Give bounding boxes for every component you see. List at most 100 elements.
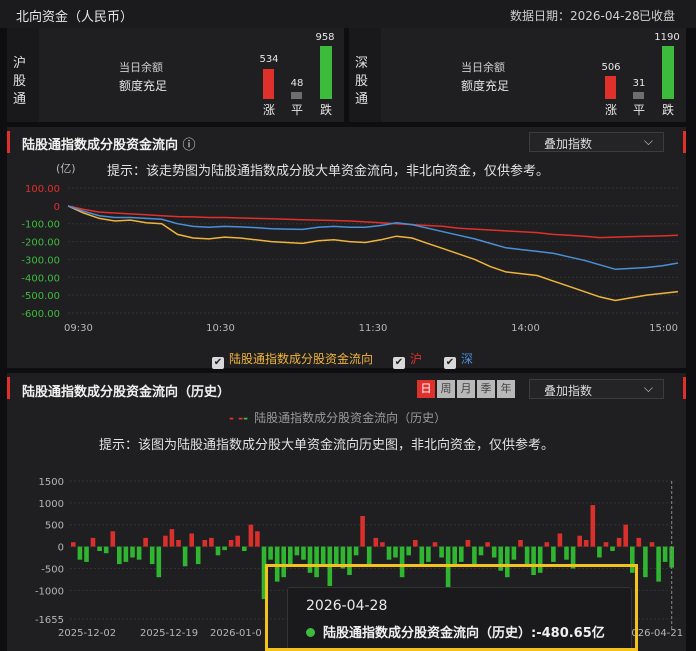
history-bar [169, 529, 175, 547]
sz-connect-panel: 深 股 通 当日余额 额度充足 506 涨 31 平 1190 跌 [349, 28, 686, 122]
sz-connect-label: 深 股 通 [349, 28, 379, 122]
history-bar [195, 546, 201, 565]
history-bar [373, 537, 379, 547]
history-bar [84, 546, 89, 562]
y-tick-label: -1655 [35, 615, 64, 626]
history-bar [123, 546, 129, 562]
balance-label: 当日余额 [461, 61, 505, 74]
history-bar [156, 546, 162, 578]
history-bar [465, 540, 471, 547]
history-bar [176, 540, 181, 547]
y-tick-label: -300.00 [21, 255, 60, 266]
page-title: 北向资金（人民币） [16, 10, 134, 25]
market-name-char: 深 [355, 56, 369, 71]
y-tick-label: 0 [58, 543, 64, 554]
history-bar [136, 546, 142, 560]
history-bar [288, 546, 293, 565]
history-bar [202, 540, 208, 547]
history-bar [380, 542, 385, 547]
history-bar [590, 505, 596, 547]
down-label: 跌 [319, 103, 332, 117]
y-tick-label: -100.00 [21, 220, 60, 231]
history-bar [485, 542, 490, 547]
highlight-box [265, 564, 638, 651]
y-tick-label: 0 [54, 202, 60, 213]
history-bar [557, 533, 563, 547]
checkbox-checked-icon: ✔ [393, 357, 405, 369]
history-bar [294, 546, 300, 556]
legend-sz[interactable]: ✔ 深 [444, 350, 473, 369]
sh-connect-label: 沪 股 通 [7, 28, 37, 122]
y-tick-label: -500 [41, 564, 64, 575]
history-bar [426, 546, 431, 562]
history-bar [491, 546, 497, 558]
balance-label: 当日余额 [119, 61, 163, 74]
history-bar [524, 546, 530, 565]
market-name-char: 股 [13, 74, 27, 89]
history-bar [636, 537, 642, 547]
history-bar [518, 540, 523, 547]
history-bar [77, 546, 83, 560]
history-bar [110, 531, 116, 547]
history-bar [149, 546, 155, 565]
x-tick-label: 10:30 [206, 323, 235, 334]
history-bar [215, 546, 221, 556]
flat-bar [291, 92, 302, 99]
up-count: 534 [259, 54, 279, 65]
y-tick-label: 100.00 [25, 184, 60, 195]
history-bar [242, 546, 247, 551]
x-tick-label: 15:00 [649, 323, 678, 334]
x-tick-label: 2025-12-02 [58, 628, 116, 639]
history-bar [577, 535, 582, 547]
top-bar: 北向资金（人民币） 数据日期：2026-04-28 已收盘 [0, 0, 696, 28]
history-bar [432, 542, 438, 547]
history-bar [662, 546, 668, 562]
history-bar [472, 546, 477, 565]
history-bar [439, 546, 444, 558]
history-bar [511, 546, 517, 560]
sz-connect-body: 当日余额 额度充足 506 涨 31 平 1190 跌 [381, 28, 686, 122]
market-name-char: 沪 [13, 56, 27, 71]
history-bar [419, 546, 425, 565]
history-bar [228, 540, 234, 547]
history-bar [459, 546, 464, 562]
series-line [67, 205, 679, 239]
history-bar [406, 546, 411, 556]
history-bar [643, 546, 648, 578]
history-bar [235, 535, 240, 547]
history-bar [222, 546, 227, 551]
history-bar [393, 546, 398, 558]
legend-main[interactable]: ✔ 陆股通指数成分股资金流向 [212, 350, 373, 369]
history-bar [551, 546, 556, 562]
history-bar [97, 546, 102, 551]
history-bar [117, 546, 122, 565]
history-bar [597, 546, 602, 558]
up-bar [605, 76, 616, 99]
history-bar [610, 546, 615, 551]
history-bar [255, 531, 260, 547]
history-bar [320, 546, 326, 565]
history-bar [130, 546, 135, 558]
history-bar [649, 542, 655, 547]
history-bar [360, 516, 365, 547]
sh-connect-panel: 沪 股 通 当日余额 额度充足 534 涨 48 平 958 跌 [7, 28, 344, 122]
history-bar [353, 546, 359, 556]
down-bar [320, 46, 332, 99]
y-tick-label: 500 [45, 521, 64, 532]
flat-count: 48 [290, 78, 304, 89]
x-tick-label: 2026-01-0 [210, 628, 262, 639]
sh-connect-body: 当日余额 额度充足 534 涨 48 平 958 跌 [39, 28, 344, 122]
market-name-char: 通 [13, 92, 27, 107]
history-bar [656, 546, 661, 582]
history-bar [616, 537, 622, 547]
history-bar [623, 524, 628, 547]
up-count: 506 [601, 62, 621, 73]
history-bar [544, 542, 550, 547]
balance-value: 额度充足 [119, 79, 168, 93]
history-bar [301, 546, 306, 560]
legend-sh[interactable]: ✔ 沪 [393, 350, 422, 369]
history-bar [182, 546, 188, 567]
history-bar [583, 540, 589, 547]
y-tick-label: -600.00 [21, 309, 60, 320]
history-bar [71, 542, 76, 547]
